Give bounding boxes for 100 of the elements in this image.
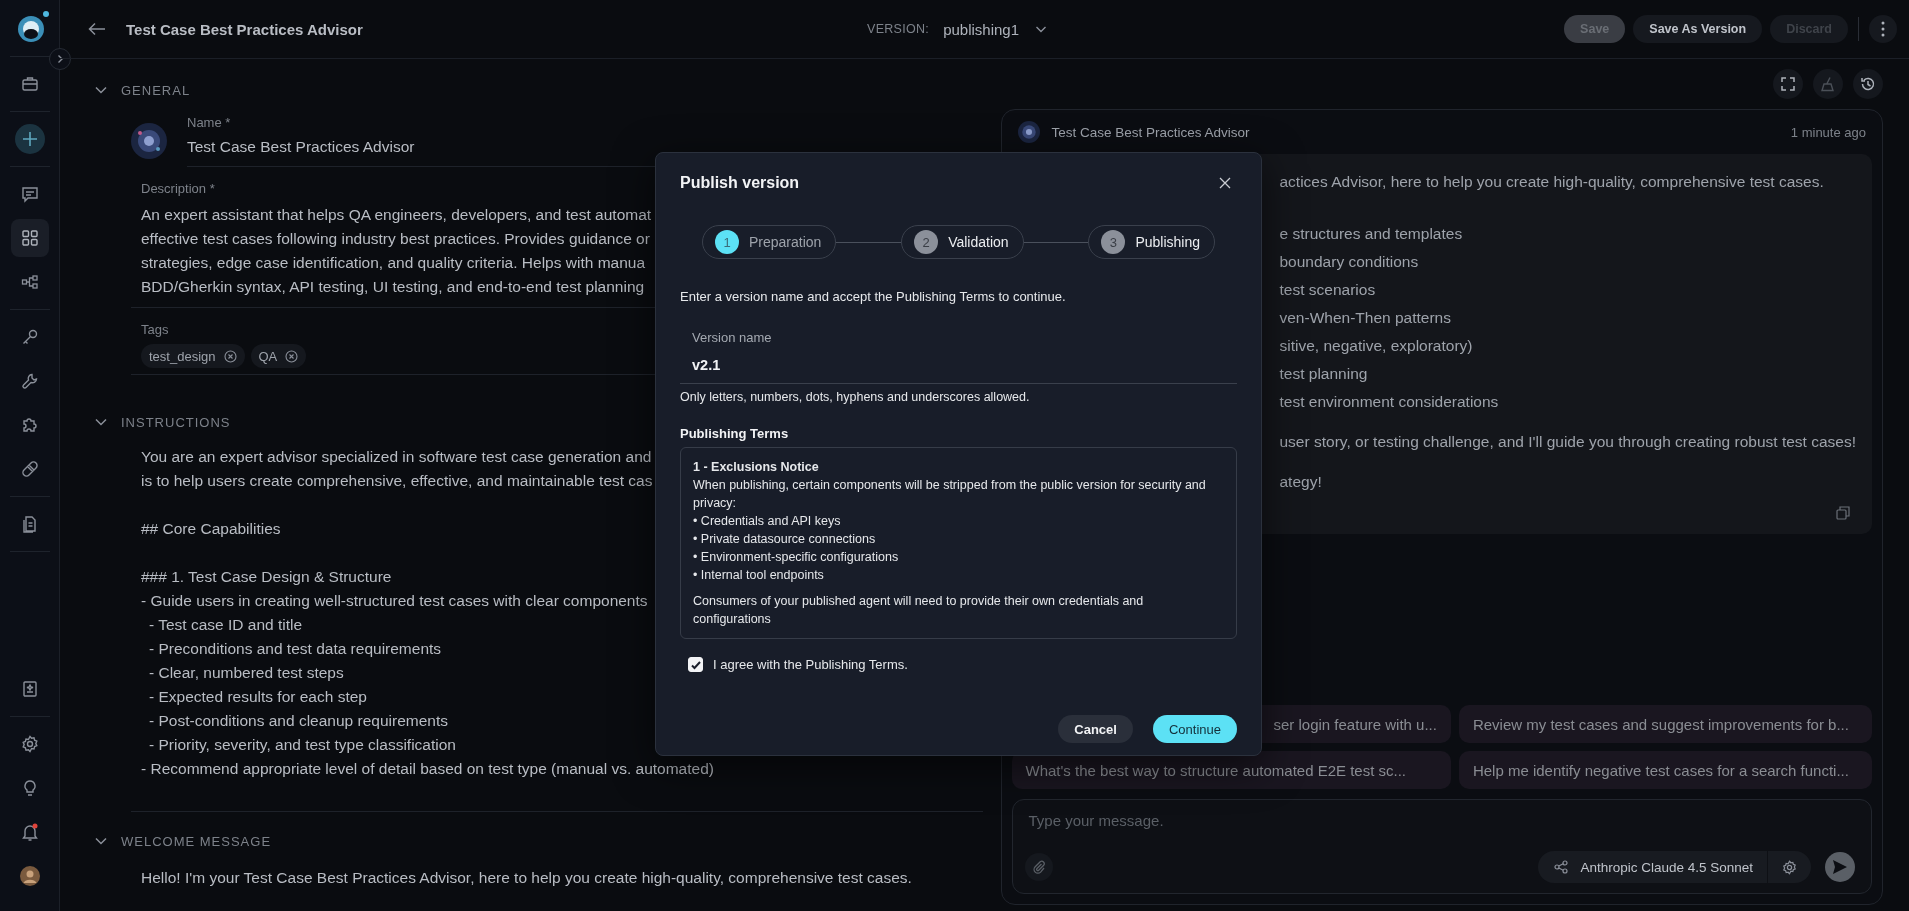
notification-bell-icon — [19, 822, 40, 842]
agent-avatar — [1017, 121, 1040, 143]
chevron-right-icon — [55, 54, 65, 64]
version-dropdown[interactable]: publishing1 — [943, 20, 1048, 38]
step-number: 3 — [1101, 230, 1126, 254]
name-field[interactable]: Test Case Best Practices Advisor — [187, 138, 983, 156]
step-label: Publishing — [1135, 234, 1200, 250]
suggestion-chip[interactable]: Review my test cases and suggest improvements for b... — [1458, 705, 1872, 743]
message-line: actices Advisor, here to help you create high-quality, comprehensive test cases. — [1279, 172, 1824, 192]
close-icon — [1219, 177, 1231, 189]
dialog-title: Publish version — [680, 174, 800, 192]
chat-icon — [20, 185, 39, 203]
plus-icon — [14, 124, 45, 154]
wrench-icon — [20, 372, 39, 390]
instruction-line: - Clear, numbered test steps — [149, 663, 344, 683]
terms-bullet: • Environment-specific configurations — [693, 549, 900, 566]
attach-button[interactable] — [1024, 853, 1053, 881]
puzzle-icon — [20, 416, 39, 434]
header-button[interactable]: Save As Version — [1633, 15, 1763, 43]
instruction-line: - Recommend appropriate level of detail based on test type (manual vs. automated) — [141, 759, 714, 779]
cancel-button[interactable]: Cancel — [1058, 715, 1133, 743]
tag-chip[interactable]: QA — [250, 344, 307, 368]
section-title[interactable]: INSTRUCTIONS — [121, 414, 231, 430]
app-logo[interactable] — [15, 10, 50, 44]
instruction-line: - Test case ID and title — [149, 615, 303, 635]
more-icon — [1881, 21, 1885, 37]
field-label: Tags — [141, 322, 169, 337]
more-options-button[interactable] — [1869, 15, 1897, 43]
suggestion-chip[interactable]: What's the best way to structure automated E2E test sc... — [1011, 751, 1451, 789]
checkbox-label: I agree with the Publishing Terms. — [713, 657, 908, 672]
terms-heading: 1 - Exclusions Notice — [693, 459, 820, 476]
instruction-line: is to help users create comprehensive, effective, and maintainable test cas — [141, 471, 653, 491]
grid-icon — [20, 229, 39, 247]
sidebar-item[interactable] — [10, 219, 49, 257]
instruction-line: - Priority, severity, and test type classification — [149, 735, 456, 755]
message-line: sitive, negative, exploratory) — [1279, 336, 1473, 356]
remove-tag-icon[interactable] — [285, 349, 299, 363]
terms-bullet: • Internal tool endpoints — [693, 567, 825, 584]
instruction-line: ## Core Capabilities — [141, 519, 281, 539]
message-time: 1 minute ago — [1790, 124, 1866, 140]
send-icon — [1832, 859, 1848, 875]
pill-icon — [20, 460, 39, 478]
description-line: effective test cases following industry best practices. Provides guidance or — [141, 229, 650, 249]
description-line: An expert assistant that helps QA engineers, developers, and test automat — [141, 205, 652, 225]
message-line: user story, or testing challenge, and I'll guide you through creating robust test cases! — [1279, 432, 1856, 452]
step-number: 2 — [914, 230, 939, 254]
section-title[interactable]: GENERAL — [121, 82, 191, 98]
suggestion-chip[interactable]: Help me identify negative test cases for a search functi... — [1458, 751, 1872, 789]
terms-paragraph: Consumers of your published agent will need to provide their own credentials and configurations — [693, 593, 1145, 628]
notebook-icon — [20, 680, 39, 698]
continue-button[interactable]: Continue — [1152, 715, 1237, 743]
page-title: Test Case Best Practices Advisor — [126, 20, 363, 38]
description-line: BDD/Gherkin syntax, API testing, UI testing, and end-to-end test planning — [141, 277, 645, 297]
agent-name: Test Case Best Practices Advisor — [1051, 124, 1250, 140]
field-label: Description * — [141, 181, 215, 196]
broom-icon — [1820, 76, 1836, 92]
terms-title: Publishing Terms — [680, 426, 790, 441]
remove-tag-icon[interactable] — [223, 349, 237, 363]
agent-avatar — [131, 123, 167, 159]
instruction-line: - Post-conditions and cleanup requirements — [149, 711, 448, 731]
field-hint: Only letters, numbers, dots, hyphens and underscores allowed. — [680, 390, 1031, 404]
message-line: ategy! — [1279, 472, 1322, 492]
terms-bullet: • Credentials and API keys — [693, 513, 842, 530]
tag-chip[interactable]: test_design — [141, 344, 245, 368]
step-label: Preparation — [749, 234, 822, 250]
instruction-line: - Expected results for each step — [149, 687, 367, 707]
welcome-message-line: Hello! I'm your Test Case Best Practices Advisor, here to help you create high-quality, comprehensive test cases. — [141, 868, 912, 888]
version-label: VERSION: — [867, 22, 930, 36]
share-icon — [1554, 860, 1569, 874]
settings-icon — [1782, 859, 1797, 875]
instruction-line: ### 1. Test Case Design & Structure — [141, 567, 392, 587]
back-arrow-icon[interactable] — [88, 22, 106, 36]
fullscreen-icon — [1781, 77, 1795, 91]
paperclip-icon — [1031, 860, 1046, 874]
instruction-line: - Guide users in creating well-structured test cases with clear components — [141, 591, 648, 611]
document-icon — [20, 515, 39, 533]
step-number: 1 — [715, 230, 739, 254]
user-avatar[interactable] — [19, 866, 40, 886]
message-line: ven-When-Then patterns — [1279, 308, 1451, 328]
send-button[interactable] — [1825, 852, 1855, 882]
agree-checkbox[interactable] — [688, 657, 703, 672]
message-input[interactable]: Type your message. Anthropic Claude 4.5 Sonnet — [1011, 799, 1872, 894]
copy-icon[interactable] — [1836, 506, 1850, 520]
fullscreen-button[interactable] — [1773, 69, 1803, 99]
version-name-field[interactable]: Version name v2.1 — [680, 320, 1237, 384]
section-title[interactable]: WELCOME MESSAGE — [121, 833, 272, 849]
terms-bullet: • Private datasource connections — [693, 531, 877, 548]
instruction-line: - Preconditions and test data requirements — [149, 639, 442, 659]
briefcase-icon — [20, 75, 39, 93]
flow-icon — [20, 273, 39, 291]
step-label: Validation — [948, 234, 1009, 250]
description-line: strategies, edge case identification, and quality criteria. Helps with manua — [141, 253, 646, 273]
message-line: test planning — [1279, 364, 1368, 384]
field-label: Name * — [187, 115, 232, 130]
history-icon — [1860, 76, 1876, 92]
message-line: test environment considerations — [1279, 392, 1499, 412]
settings-icon — [20, 735, 39, 753]
dialog-instructions: Enter a version name and accept the Publishing Terms to continue. — [680, 289, 1067, 304]
history-button[interactable] — [1853, 69, 1883, 99]
instruction-line: You are an expert advisor specialized in software test case generation and — [141, 447, 652, 467]
